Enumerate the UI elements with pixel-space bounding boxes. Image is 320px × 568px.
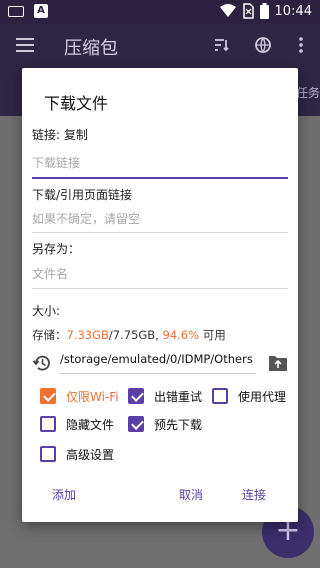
history-icon[interactable] — [32, 353, 52, 373]
notification-a-icon: A — [34, 4, 48, 18]
link-label: 链接: — [32, 128, 61, 142]
link-input-placeholder: 下载链接 — [32, 156, 81, 170]
referer-input-underline — [32, 232, 288, 233]
save-path-row: /storage/emulated/0/IDMP/Others — [32, 350, 288, 378]
advanced-checkbox[interactable] — [40, 446, 56, 462]
filename-input[interactable]: 文件名 — [32, 265, 288, 282]
clock: 10:44 — [274, 3, 312, 19]
storage-info: 存储：7.33GB/7.75GB, 94.6% 可用 — [32, 327, 226, 343]
link-input-underline — [32, 177, 288, 179]
hamburger-menu-icon[interactable] — [16, 38, 34, 52]
app-title: 压缩包 — [64, 38, 118, 59]
wifi-only-label: 仅限Wi-Fi — [66, 389, 119, 404]
paste-link-button[interactable]: 复制 — [64, 128, 88, 142]
folder-upload-icon[interactable] — [268, 354, 288, 372]
storage-prefix: 存储： — [32, 328, 67, 342]
hidden-file-checkbox[interactable] — [40, 416, 56, 432]
pre-download-label: 预先下载 — [154, 417, 203, 432]
no-sim-icon — [242, 3, 254, 19]
retry-checkbox[interactable] — [128, 388, 144, 404]
add-button[interactable]: 添加 — [52, 486, 76, 503]
storage-used: 7.33GB — [66, 328, 109, 342]
pre-download-checkbox[interactable] — [128, 416, 144, 432]
cancel-button[interactable]: 取消 — [179, 486, 203, 503]
wifi-only-option[interactable]: 仅限Wi-Fi — [40, 386, 119, 406]
sort-icon[interactable] — [212, 36, 230, 54]
more-vert-icon[interactable] — [292, 36, 310, 54]
link-label-row: 链接: 复制 — [32, 126, 88, 143]
storage-percent: 94.6% — [162, 328, 200, 342]
filename-input-placeholder: 文件名 — [32, 267, 69, 281]
wifi-icon — [219, 4, 236, 17]
pre-download-option[interactable]: 预先下载 — [128, 414, 202, 434]
advanced-option[interactable]: 高级设置 — [40, 444, 114, 464]
size-label: 大小: — [32, 304, 61, 318]
link-input[interactable]: 下载链接 — [32, 154, 288, 171]
hidden-file-label: 隐藏文件 — [66, 417, 115, 432]
referer-input[interactable]: 如果不确定，请留空 — [32, 210, 288, 227]
save-path-input[interactable]: /storage/emulated/0/IDMP/Others — [60, 352, 253, 366]
referer-input-placeholder: 如果不确定，请留空 — [32, 212, 141, 226]
status-bar: A 10:44 — [0, 0, 320, 24]
download-file-dialog: 下载文件 链接: 复制 下载链接 下载/引用页面链接 如果不确定，请留空 另存为… — [22, 68, 298, 522]
globe-icon[interactable] — [254, 36, 272, 54]
advanced-label: 高级设置 — [66, 447, 115, 462]
app-bar: 压缩包 — [0, 24, 320, 68]
retry-label: 出错重试 — [154, 389, 203, 404]
wifi-only-checkbox[interactable] — [40, 388, 56, 404]
filename-input-underline — [32, 288, 288, 289]
referer-label: 下载/引用页面链接 — [32, 188, 133, 202]
battery-icon — [259, 3, 269, 19]
storage-total: /7.75GB, — [108, 328, 163, 342]
save-path-underline — [60, 373, 256, 374]
hidden-file-option[interactable]: 隐藏文件 — [40, 414, 114, 434]
tab-tasks[interactable]: 任务 — [296, 84, 320, 101]
save-as-label: 另存为： — [32, 242, 81, 256]
retry-option[interactable]: 出错重试 — [128, 386, 202, 406]
proxy-checkbox[interactable] — [212, 388, 228, 404]
dialog-title: 下载文件 — [44, 94, 109, 113]
connect-button[interactable]: 连接 — [242, 486, 266, 503]
storage-suffix: 可用 — [199, 328, 226, 342]
keyboard-icon — [8, 6, 24, 17]
proxy-label: 使用代理 — [238, 389, 287, 404]
proxy-option[interactable]: 使用代理 — [212, 386, 286, 406]
